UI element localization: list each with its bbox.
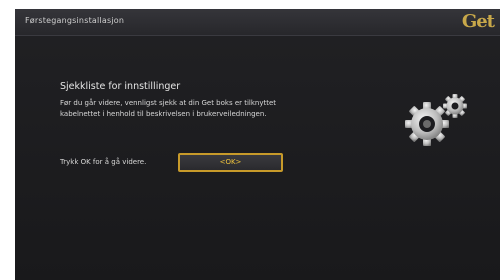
page-heading: Sjekkliste for innstillinger — [60, 81, 181, 92]
description-line-2: kabelnettet i henhold til beskrivelsen i… — [60, 110, 267, 118]
description-line-1: Før du går videre, vennligst sjekk at di… — [60, 99, 277, 107]
tv-screen: Førstegangsinstallasjon Get Sjekkliste f… — [15, 9, 500, 280]
gears-icon — [405, 94, 467, 146]
continue-prompt: Trykk OK for å gå videre. — [60, 158, 147, 166]
content-panel: Sjekkliste for innstillinger Før du går … — [15, 36, 500, 280]
window-title: Førstegangsinstallasjon — [25, 16, 125, 25]
description: Før du går videre, vennligst sjekk at di… — [60, 98, 335, 120]
ok-button[interactable]: <OK> — [178, 153, 283, 172]
get-logo: Get — [461, 11, 495, 32]
title-bar: Førstegangsinstallasjon Get — [15, 9, 500, 36]
